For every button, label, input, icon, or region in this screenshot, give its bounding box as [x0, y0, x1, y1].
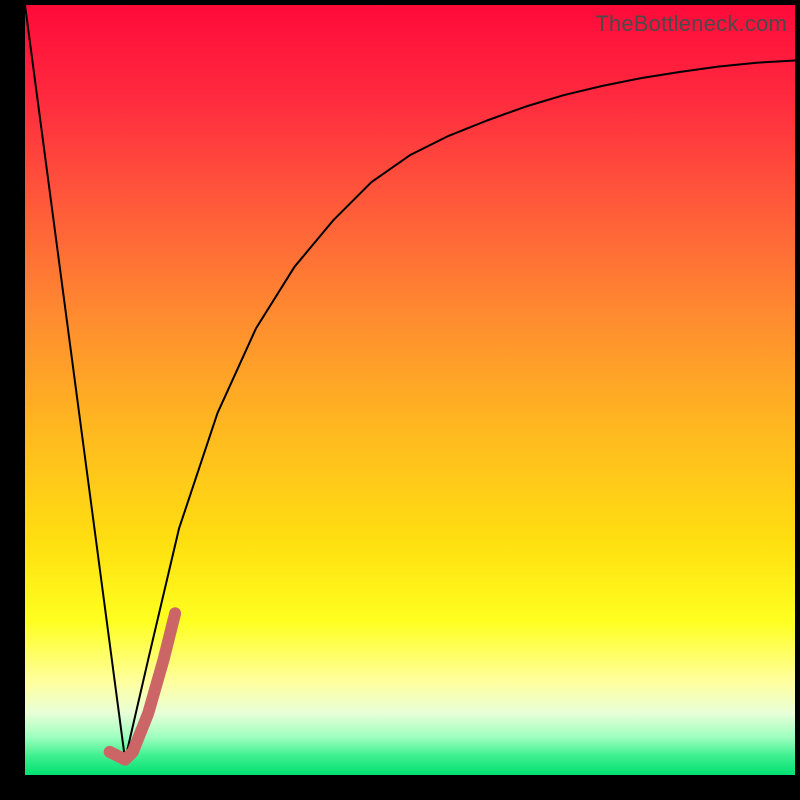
chart-frame: TheBottleneck.com: [0, 0, 800, 800]
chart-svg: [25, 5, 795, 775]
series-left-descent: [25, 5, 125, 760]
series-right-asymptotic: [125, 60, 795, 759]
plot-area: TheBottleneck.com: [25, 5, 795, 775]
